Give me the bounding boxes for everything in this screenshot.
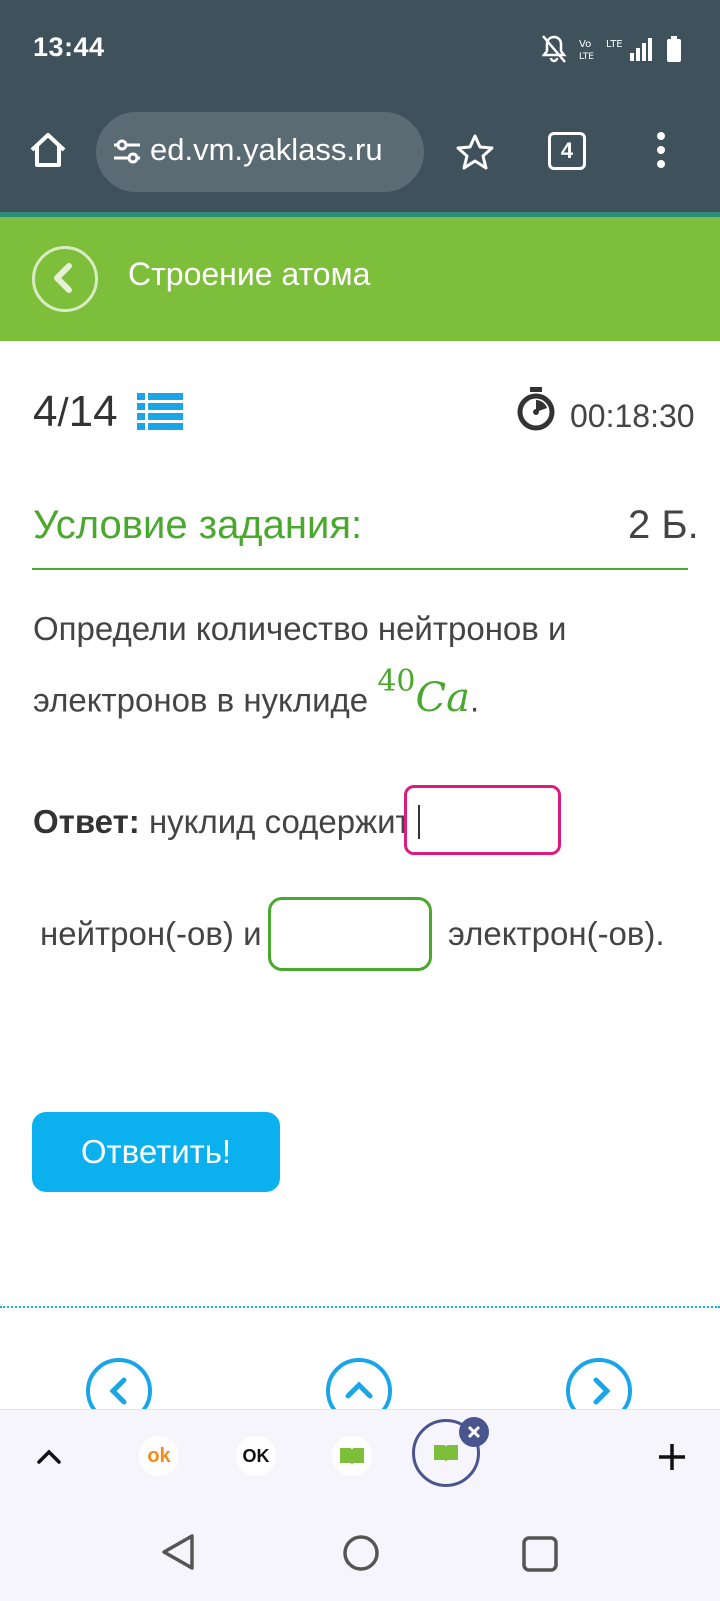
site-settings-icon[interactable]: [112, 138, 142, 166]
svg-text:Vo: Vo: [579, 39, 591, 50]
answer-label: Ответ:: [33, 803, 140, 840]
status-icons: Vo LTE LTE: [540, 32, 682, 66]
tab-yaklass[interactable]: [332, 1436, 372, 1476]
answer-text-middle: нейтрон(-ов) и: [40, 915, 262, 952]
close-tab-button[interactable]: [459, 1417, 489, 1447]
text-cursor: [418, 805, 420, 839]
chevron-left-icon: [54, 263, 72, 293]
book-icon: [434, 1445, 458, 1462]
tab-ok[interactable]: OK: [236, 1436, 276, 1476]
close-icon: [467, 1425, 481, 1439]
tab-label: OK: [242, 1445, 270, 1466]
timer: 00:18:30: [570, 398, 695, 434]
answer-row: Ответ: нуклид содержит: [33, 803, 411, 841]
bookmark-star-icon[interactable]: [455, 132, 495, 172]
battery-icon: [667, 36, 681, 62]
element-symbol: Ca: [415, 675, 470, 722]
question-text-part: электронов в нуклиде: [33, 681, 369, 719]
tab-odnoklassniki[interactable]: ok: [139, 1436, 179, 1476]
url-text: ed.vm.yaklass.ru: [150, 132, 383, 167]
home-nav-icon[interactable]: [342, 1534, 380, 1572]
tab-count: 4: [560, 138, 574, 163]
lte-signal-icon: LTE: [606, 38, 652, 61]
current-question: 4: [33, 387, 58, 436]
back-nav-icon[interactable]: [160, 1532, 196, 1572]
answer-text-before: нуклид содержит: [148, 803, 411, 840]
total-questions: 14: [68, 387, 118, 436]
task-points: 2 Б.: [628, 503, 699, 547]
task-title: Условие задания:: [33, 503, 363, 547]
tab-label: ok: [147, 1444, 171, 1467]
neutron-count-input[interactable]: [404, 785, 561, 855]
svg-text:LTE: LTE: [606, 39, 623, 50]
book-icon: [340, 1448, 364, 1465]
question-text-line2: электронов в нуклиде 40Ca.: [33, 664, 480, 722]
mass-number: 40: [377, 664, 416, 699]
more-menu-icon[interactable]: [654, 130, 668, 170]
chevron-right-icon: [593, 1377, 611, 1405]
chevron-up-icon[interactable]: [36, 1446, 62, 1466]
question-counter: 4/14: [33, 387, 118, 436]
home-icon[interactable]: [28, 130, 68, 170]
chevron-left-icon: [109, 1377, 127, 1405]
stopwatch-icon: [517, 387, 555, 431]
submit-button[interactable]: Ответить!: [32, 1112, 280, 1192]
volte-icon: Vo LTE: [579, 39, 594, 62]
tab-switcher-button[interactable]: 4: [548, 132, 586, 170]
new-tab-icon[interactable]: [657, 1442, 687, 1472]
recents-nav-icon[interactable]: [522, 1536, 558, 1572]
question-period: .: [469, 681, 480, 719]
question-text: Определи количество нейтронов и: [33, 610, 567, 647]
electron-count-input[interactable]: [268, 897, 432, 971]
back-button[interactable]: [32, 246, 98, 312]
bell-off-icon: [541, 35, 567, 63]
divider: [0, 1306, 720, 1308]
nuclide-formula: 40Ca: [377, 664, 470, 722]
divider: [32, 568, 688, 570]
status-time: 13:44: [33, 32, 105, 62]
page-title: Строение атома: [128, 256, 371, 292]
answer-text-after: электрон(-ов).: [448, 915, 665, 952]
svg-text:LTE: LTE: [579, 52, 594, 62]
chevron-up-icon: [345, 1381, 373, 1399]
question-list-icon[interactable]: [137, 391, 183, 431]
